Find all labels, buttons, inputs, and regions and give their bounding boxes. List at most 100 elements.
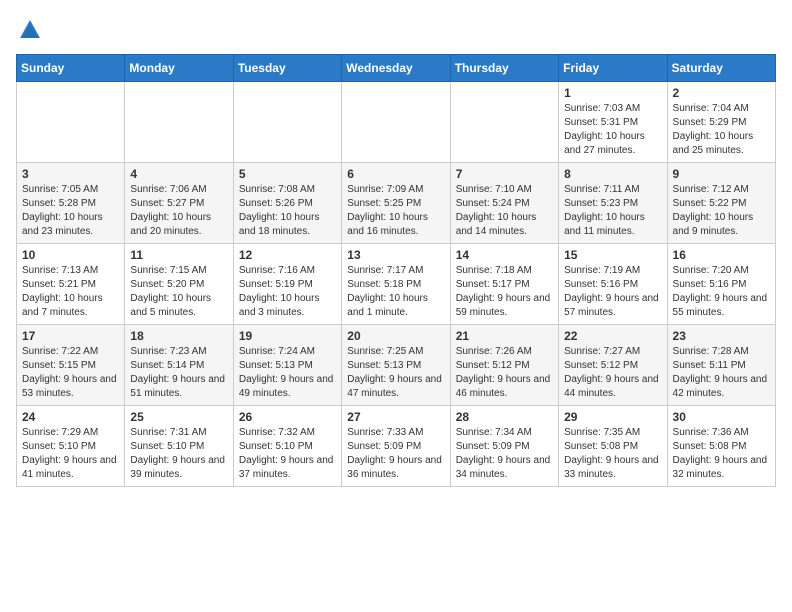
calendar-cell: 17 Sunrise: 7:22 AM Sunset: 5:15 PM Dayli… xyxy=(17,325,125,406)
day-number: 2 xyxy=(673,86,770,100)
day-number: 15 xyxy=(564,248,661,262)
day-number: 3 xyxy=(22,167,119,181)
calendar-week-3: 10Sunrise: 7:13 AM Sunset: 5:21 PM Dayli… xyxy=(17,244,776,325)
calendar-cell: 13Sunrise: 7:17 AM Sunset: 5:18 PM Dayli… xyxy=(342,244,450,325)
day-number: 10 xyxy=(22,248,119,262)
calendar-cell: 2 Sunrise: 7:04 AM Sunset: 5:29 PM Daylig… xyxy=(667,82,775,163)
calendar-week-1: 1 Sunrise: 7:03 AM Sunset: 5:31 PM Daylig… xyxy=(17,82,776,163)
day-number: 5 xyxy=(239,167,336,181)
day-number: 14 xyxy=(456,248,553,262)
weekday-header-sunday: Sunday xyxy=(17,55,125,82)
day-info: Sunrise: 7:18 AM Sunset: 5:17 PM Dayligh… xyxy=(456,264,553,320)
calendar-cell: 6 Sunrise: 7:09 AM Sunset: 5:25 PM Daylig… xyxy=(342,163,450,244)
calendar-cell: 28 Sunrise: 7:34 AM Sunset: 5:09 PM Dayli… xyxy=(450,406,558,487)
day-number: 23 xyxy=(673,329,770,343)
calendar-body: 1 Sunrise: 7:03 AM Sunset: 5:31 PM Daylig… xyxy=(17,82,776,487)
day-number: 25 xyxy=(130,410,227,424)
day-number: 7 xyxy=(456,167,553,181)
day-number: 28 xyxy=(456,410,553,424)
logo-icon xyxy=(16,16,44,44)
day-number: 1 xyxy=(564,86,661,100)
day-number: 26 xyxy=(239,410,336,424)
calendar-table: SundayMondayTuesdayWednesdayThursdayFrid… xyxy=(16,54,776,487)
weekday-header-monday: Monday xyxy=(125,55,233,82)
day-number: 8 xyxy=(564,167,661,181)
day-info: Sunrise: 7:23 AM Sunset: 5:14 PM Dayligh… xyxy=(130,345,227,401)
day-number: 21 xyxy=(456,329,553,343)
day-info: Sunrise: 7:05 AM Sunset: 5:28 PM Dayligh… xyxy=(22,183,119,239)
day-info: Sunrise: 7:15 AM Sunset: 5:20 PM Dayligh… xyxy=(130,264,227,320)
calendar-cell xyxy=(125,82,233,163)
day-info: Sunrise: 7:06 AM Sunset: 5:27 PM Dayligh… xyxy=(130,183,227,239)
day-info: Sunrise: 7:36 AM Sunset: 5:08 PM Dayligh… xyxy=(673,426,770,482)
calendar-cell: 1 Sunrise: 7:03 AM Sunset: 5:31 PM Daylig… xyxy=(559,82,667,163)
calendar-week-2: 3 Sunrise: 7:05 AM Sunset: 5:28 PM Daylig… xyxy=(17,163,776,244)
calendar-cell: 20 Sunrise: 7:25 AM Sunset: 5:13 PM Dayli… xyxy=(342,325,450,406)
day-info: Sunrise: 7:04 AM Sunset: 5:29 PM Dayligh… xyxy=(673,102,770,158)
day-info: Sunrise: 7:12 AM Sunset: 5:22 PM Dayligh… xyxy=(673,183,770,239)
day-number: 9 xyxy=(673,167,770,181)
day-info: Sunrise: 7:24 AM Sunset: 5:13 PM Dayligh… xyxy=(239,345,336,401)
day-info: Sunrise: 7:03 AM Sunset: 5:31 PM Dayligh… xyxy=(564,102,661,158)
calendar-cell: 7 Sunrise: 7:10 AM Sunset: 5:24 PM Daylig… xyxy=(450,163,558,244)
day-number: 16 xyxy=(673,248,770,262)
day-info: Sunrise: 7:29 AM Sunset: 5:10 PM Dayligh… xyxy=(22,426,119,482)
calendar-cell: 10Sunrise: 7:13 AM Sunset: 5:21 PM Dayli… xyxy=(17,244,125,325)
weekday-header-friday: Friday xyxy=(559,55,667,82)
day-info: Sunrise: 7:35 AM Sunset: 5:08 PM Dayligh… xyxy=(564,426,661,482)
calendar-cell: 15 Sunrise: 7:19 AM Sunset: 5:16 PM Dayli… xyxy=(559,244,667,325)
calendar-cell xyxy=(17,82,125,163)
day-info: Sunrise: 7:20 AM Sunset: 5:16 PM Dayligh… xyxy=(673,264,770,320)
day-info: Sunrise: 7:16 AM Sunset: 5:19 PM Dayligh… xyxy=(239,264,336,320)
calendar-cell: 3 Sunrise: 7:05 AM Sunset: 5:28 PM Daylig… xyxy=(17,163,125,244)
calendar-cell: 14 Sunrise: 7:18 AM Sunset: 5:17 PM Dayli… xyxy=(450,244,558,325)
weekday-header-thursday: Thursday xyxy=(450,55,558,82)
day-number: 17 xyxy=(22,329,119,343)
day-info: Sunrise: 7:10 AM Sunset: 5:24 PM Dayligh… xyxy=(456,183,553,239)
day-info: Sunrise: 7:17 AM Sunset: 5:18 PM Dayligh… xyxy=(347,264,444,320)
calendar-cell: 29 Sunrise: 7:35 AM Sunset: 5:08 PM Dayli… xyxy=(559,406,667,487)
day-number: 6 xyxy=(347,167,444,181)
day-info: Sunrise: 7:27 AM Sunset: 5:12 PM Dayligh… xyxy=(564,345,661,401)
calendar-cell: 30Sunrise: 7:36 AM Sunset: 5:08 PM Dayli… xyxy=(667,406,775,487)
calendar-cell: 26Sunrise: 7:32 AM Sunset: 5:10 PM Dayli… xyxy=(233,406,341,487)
calendar-cell: 4 Sunrise: 7:06 AM Sunset: 5:27 PM Daylig… xyxy=(125,163,233,244)
day-info: Sunrise: 7:28 AM Sunset: 5:11 PM Dayligh… xyxy=(673,345,770,401)
logo xyxy=(16,16,48,44)
calendar-cell: 24 Sunrise: 7:29 AM Sunset: 5:10 PM Dayli… xyxy=(17,406,125,487)
day-number: 24 xyxy=(22,410,119,424)
calendar-cell: 12 Sunrise: 7:16 AM Sunset: 5:19 PM Dayli… xyxy=(233,244,341,325)
calendar-cell: 11 Sunrise: 7:15 AM Sunset: 5:20 PM Dayli… xyxy=(125,244,233,325)
day-info: Sunrise: 7:09 AM Sunset: 5:25 PM Dayligh… xyxy=(347,183,444,239)
calendar-week-5: 24 Sunrise: 7:29 AM Sunset: 5:10 PM Dayli… xyxy=(17,406,776,487)
day-number: 4 xyxy=(130,167,227,181)
day-number: 27 xyxy=(347,410,444,424)
day-info: Sunrise: 7:19 AM Sunset: 5:16 PM Dayligh… xyxy=(564,264,661,320)
weekday-header-wednesday: Wednesday xyxy=(342,55,450,82)
day-number: 12 xyxy=(239,248,336,262)
calendar-cell xyxy=(450,82,558,163)
calendar-cell: 21 Sunrise: 7:26 AM Sunset: 5:12 PM Dayli… xyxy=(450,325,558,406)
calendar-cell: 8 Sunrise: 7:11 AM Sunset: 5:23 PM Daylig… xyxy=(559,163,667,244)
day-number: 20 xyxy=(347,329,444,343)
calendar-cell xyxy=(342,82,450,163)
day-number: 22 xyxy=(564,329,661,343)
calendar-cell: 27 Sunrise: 7:33 AM Sunset: 5:09 PM Dayli… xyxy=(342,406,450,487)
day-number: 29 xyxy=(564,410,661,424)
calendar-cell: 19Sunrise: 7:24 AM Sunset: 5:13 PM Dayli… xyxy=(233,325,341,406)
day-info: Sunrise: 7:26 AM Sunset: 5:12 PM Dayligh… xyxy=(456,345,553,401)
calendar-cell xyxy=(233,82,341,163)
day-info: Sunrise: 7:11 AM Sunset: 5:23 PM Dayligh… xyxy=(564,183,661,239)
day-info: Sunrise: 7:22 AM Sunset: 5:15 PM Dayligh… xyxy=(22,345,119,401)
day-number: 11 xyxy=(130,248,227,262)
day-info: Sunrise: 7:34 AM Sunset: 5:09 PM Dayligh… xyxy=(456,426,553,482)
calendar-cell: 16 Sunrise: 7:20 AM Sunset: 5:16 PM Dayli… xyxy=(667,244,775,325)
day-number: 18 xyxy=(130,329,227,343)
calendar-cell: 9 Sunrise: 7:12 AM Sunset: 5:22 PM Daylig… xyxy=(667,163,775,244)
calendar-cell: 25Sunrise: 7:31 AM Sunset: 5:10 PM Dayli… xyxy=(125,406,233,487)
calendar-cell: 22 Sunrise: 7:27 AM Sunset: 5:12 PM Dayli… xyxy=(559,325,667,406)
day-info: Sunrise: 7:25 AM Sunset: 5:13 PM Dayligh… xyxy=(347,345,444,401)
day-info: Sunrise: 7:33 AM Sunset: 5:09 PM Dayligh… xyxy=(347,426,444,482)
weekday-header-row: SundayMondayTuesdayWednesdayThursdayFrid… xyxy=(17,55,776,82)
weekday-header-saturday: Saturday xyxy=(667,55,775,82)
